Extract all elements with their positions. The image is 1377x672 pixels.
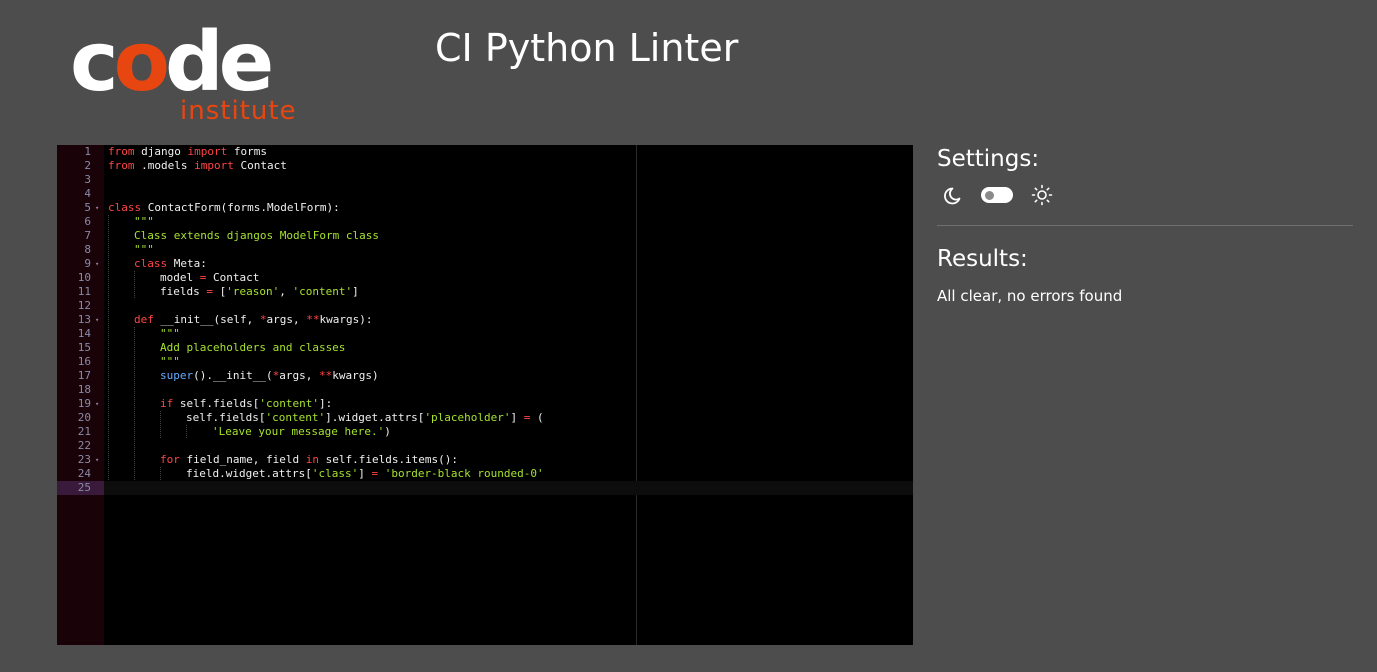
- moon-icon: [941, 185, 963, 207]
- line-number: 6: [84, 215, 91, 228]
- fold-toggle-icon[interactable]: ▾: [95, 257, 103, 271]
- code-line[interactable]: 23 ▾ for field_name, field in self.fields.…: [57, 453, 913, 467]
- code-line[interactable]: 18: [57, 383, 913, 397]
- code-line[interactable]: 19 ▾ if self.fields['content']:: [57, 397, 913, 411]
- code-line-text[interactable]: class ContactForm(forms.ModelForm):: [104, 201, 913, 215]
- code-line[interactable]: 11 fields = ['reason', 'content']: [57, 285, 913, 299]
- code-line-text[interactable]: """: [104, 327, 913, 341]
- code-line[interactable]: 6 """: [57, 215, 913, 229]
- code-line[interactable]: 17 super().__init__(*args, **kwargs): [57, 369, 913, 383]
- code-line[interactable]: 13 ▾ def __init__(self, *args, **kwargs):: [57, 313, 913, 327]
- line-number: 14: [77, 327, 91, 340]
- code-line[interactable]: 14 """: [57, 327, 913, 341]
- code-line[interactable]: 8 """: [57, 243, 913, 257]
- code-line[interactable]: 20 self.fields['content'].widget.attrs['p…: [57, 411, 913, 425]
- line-number: 16: [77, 355, 91, 368]
- code-editor[interactable]: 1 from django import forms 2 from .models i…: [57, 145, 913, 645]
- code-institute-logo: code institute: [70, 22, 310, 132]
- line-number: 1: [84, 145, 91, 158]
- code-line-text[interactable]: from .models import Contact: [104, 159, 913, 173]
- logo-word-left: c: [70, 15, 119, 110]
- line-number: 25: [57, 481, 104, 495]
- code-line[interactable]: 7 Class extends djangos ModelForm class: [57, 229, 913, 243]
- line-number: 18: [77, 383, 91, 396]
- code-line[interactable]: 9 ▾ class Meta:: [57, 257, 913, 271]
- code-line[interactable]: 22: [57, 439, 913, 453]
- code-line-text[interactable]: model = Contact: [104, 271, 913, 285]
- fold-toggle-icon[interactable]: ▾: [95, 201, 103, 215]
- code-line-text[interactable]: """: [104, 215, 913, 229]
- code-line-text[interactable]: def __init__(self, *args, **kwargs):: [104, 313, 913, 327]
- fold-toggle-icon[interactable]: ▾: [95, 313, 103, 327]
- code-line-text[interactable]: Add placeholders and classes: [104, 341, 913, 355]
- code-line[interactable]: 10 model = Contact: [57, 271, 913, 285]
- code-line[interactable]: 4: [57, 187, 913, 201]
- logo-word-accent: o: [113, 15, 170, 110]
- settings-heading: Settings:: [937, 146, 1040, 172]
- line-number: 7: [84, 229, 91, 242]
- line-number: 21: [77, 425, 91, 438]
- code-line-text[interactable]: self.fields['content'].widget.attrs['pla…: [104, 411, 913, 425]
- fold-toggle-icon[interactable]: ▾: [95, 453, 103, 467]
- code-line[interactable]: 24 field.widget.attrs['class'] = 'border-…: [57, 467, 913, 481]
- code-line-text[interactable]: """: [104, 355, 913, 369]
- line-number: 10: [77, 271, 91, 284]
- fold-toggle-icon[interactable]: ▾: [95, 397, 103, 411]
- panel-divider: [937, 225, 1353, 226]
- line-number: 15: [77, 341, 91, 354]
- code-line-text[interactable]: [104, 299, 913, 313]
- code-line[interactable]: 21 'Leave your message here.'): [57, 425, 913, 439]
- code-line[interactable]: 15 Add placeholders and classes: [57, 341, 913, 355]
- line-number: 11: [77, 285, 91, 298]
- code-line-text[interactable]: [104, 383, 913, 397]
- code-line-text[interactable]: [104, 187, 913, 201]
- code-line-text[interactable]: field.widget.attrs['class'] = 'border-bl…: [104, 467, 913, 481]
- code-line-text[interactable]: if self.fields['content']:: [104, 397, 913, 411]
- code-line[interactable]: 5 ▾ class ContactForm(forms.ModelForm):: [57, 201, 913, 215]
- line-number: 20: [77, 411, 91, 424]
- results-message: All clear, no errors found: [937, 287, 1123, 305]
- line-number: 12: [77, 299, 91, 312]
- code-line-text[interactable]: super().__init__(*args, **kwargs): [104, 369, 913, 383]
- code-line-text[interactable]: [104, 173, 913, 187]
- code-line[interactable]: 12: [57, 299, 913, 313]
- code-line-text[interactable]: from django import forms: [104, 145, 913, 159]
- line-number: 3: [84, 173, 91, 186]
- results-heading: Results:: [937, 246, 1028, 272]
- theme-toggle-row: [937, 183, 1137, 209]
- code-line-text[interactable]: [104, 439, 913, 453]
- line-number: 22: [77, 439, 91, 452]
- line-number: 24: [77, 467, 91, 480]
- line-number: 8: [84, 243, 91, 256]
- code-line[interactable]: 1 from django import forms: [57, 145, 913, 159]
- code-line[interactable]: 3: [57, 173, 913, 187]
- logo-subtitle: institute: [180, 96, 297, 126]
- line-number: 4: [84, 187, 91, 200]
- code-line-text[interactable]: """: [104, 243, 913, 257]
- code-line-text[interactable]: 'Leave your message here.'): [104, 425, 913, 439]
- line-number: 17: [77, 369, 91, 382]
- code-line-text[interactable]: [104, 481, 913, 495]
- code-line-text[interactable]: class Meta:: [104, 257, 913, 271]
- toggle-knob: [985, 191, 994, 200]
- code-line[interactable]: 25: [57, 481, 913, 495]
- code-line[interactable]: 2 from .models import Contact: [57, 159, 913, 173]
- editor-lines[interactable]: 1 from django import forms 2 from .models i…: [57, 145, 913, 495]
- code-line-text[interactable]: fields = ['reason', 'content']: [104, 285, 913, 299]
- page-title: CI Python Linter: [435, 26, 739, 70]
- theme-toggle-switch[interactable]: [981, 187, 1013, 203]
- sun-icon: [1031, 184, 1053, 206]
- code-line[interactable]: 16 """: [57, 355, 913, 369]
- code-line-text[interactable]: for field_name, field in self.fields.ite…: [104, 453, 913, 467]
- code-line-text[interactable]: Class extends djangos ModelForm class: [104, 229, 913, 243]
- line-number: 2: [84, 159, 91, 172]
